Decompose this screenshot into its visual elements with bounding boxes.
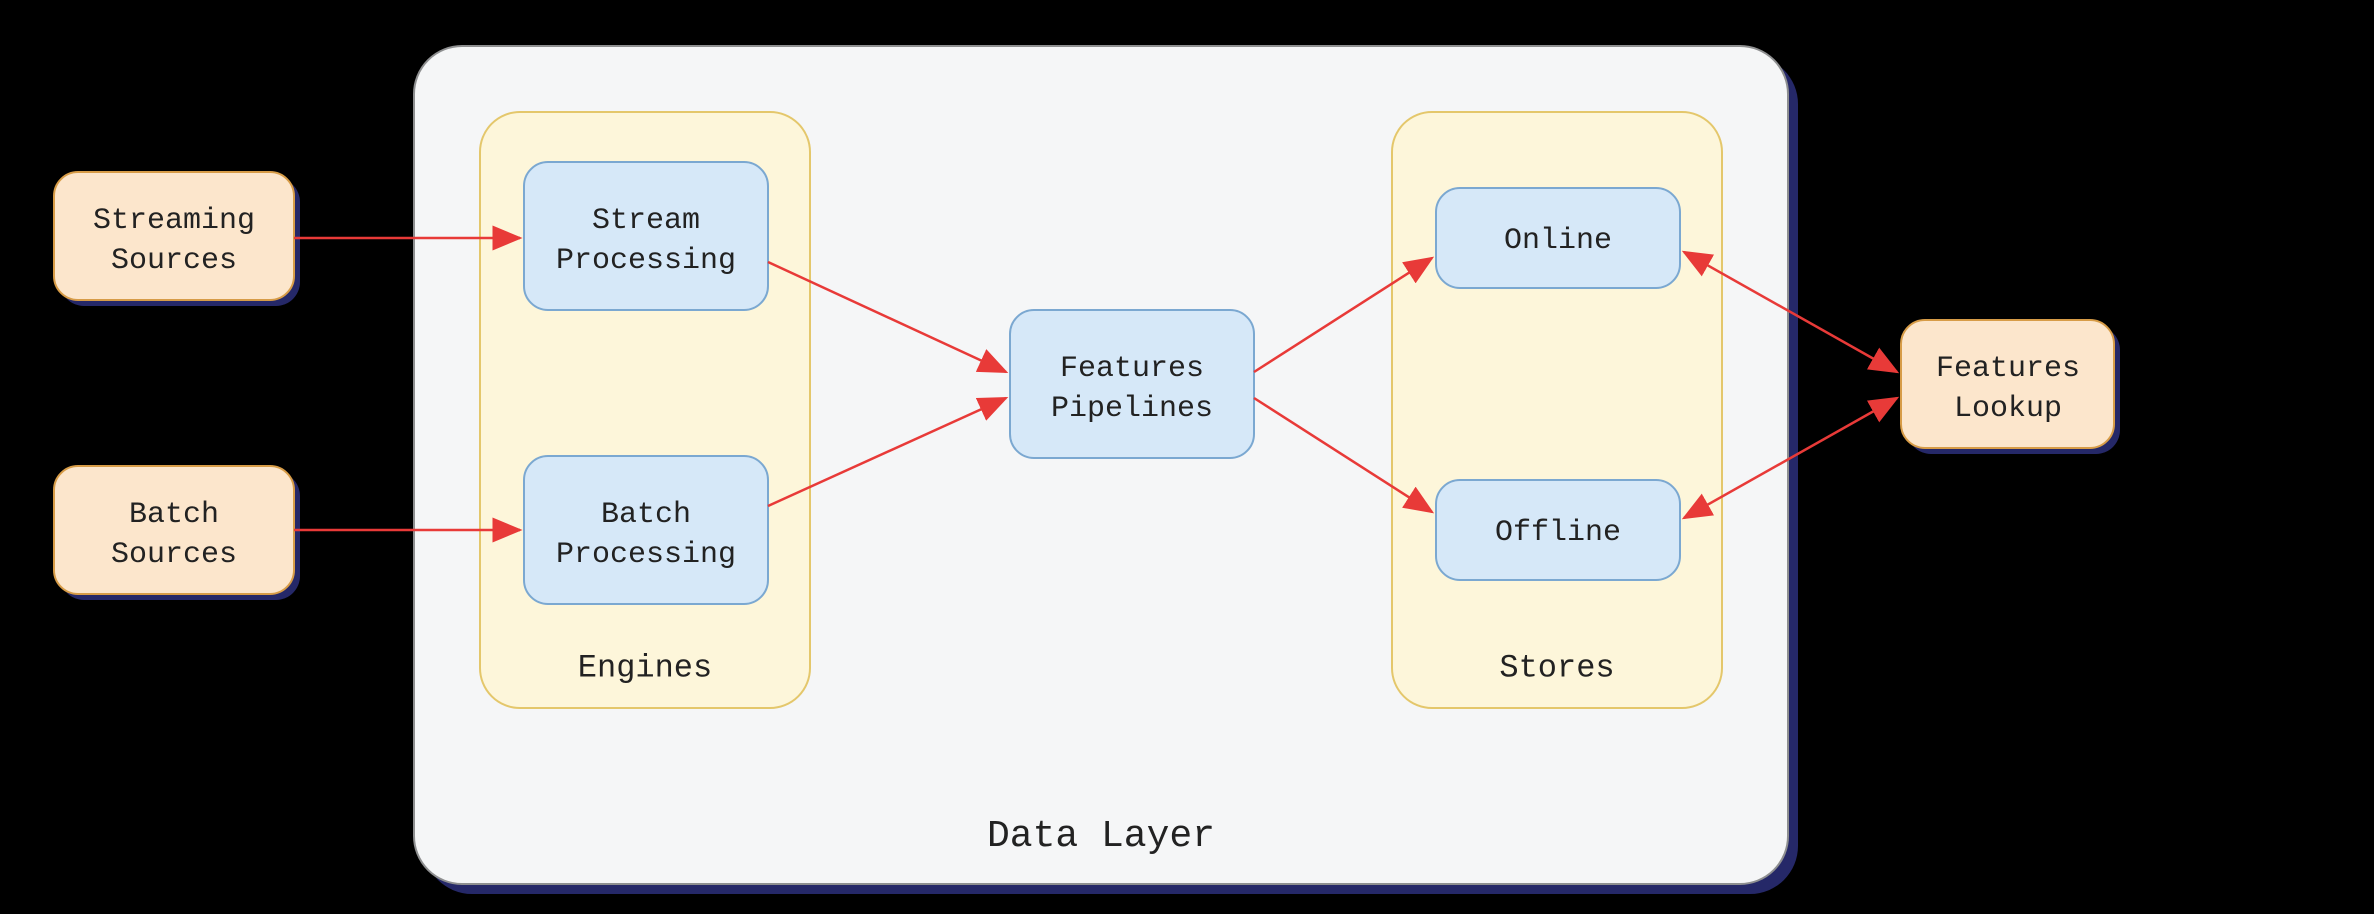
- svg-text:Lookup: Lookup: [1954, 392, 2062, 426]
- node-streaming-sources: Streaming Sources: [54, 172, 300, 306]
- node-stream-processing: Stream Processing: [524, 162, 768, 310]
- stores-caption: Stores: [1499, 649, 1614, 686]
- node-offline: Offline: [1436, 480, 1680, 580]
- data-layer-caption: Data Layer: [987, 815, 1215, 858]
- svg-text:Processing: Processing: [556, 538, 736, 572]
- node-online: Online: [1436, 188, 1680, 288]
- svg-text:Batch: Batch: [601, 498, 691, 532]
- svg-text:Streaming: Streaming: [93, 204, 255, 238]
- node-batch-processing: Batch Processing: [524, 456, 768, 604]
- svg-text:Sources: Sources: [111, 244, 237, 278]
- node-features-lookup: Features Lookup: [1901, 320, 2120, 454]
- svg-text:Offline: Offline: [1495, 516, 1621, 550]
- svg-text:Pipelines: Pipelines: [1051, 392, 1213, 426]
- svg-text:Features: Features: [1936, 352, 2080, 386]
- svg-text:Stream: Stream: [592, 204, 700, 238]
- svg-text:Processing: Processing: [556, 244, 736, 278]
- engines-caption: Engines: [578, 649, 712, 686]
- architecture-diagram: Data Layer Engines Stores Streaming Sour…: [0, 0, 2374, 914]
- svg-text:Features: Features: [1060, 352, 1204, 386]
- svg-text:Batch: Batch: [129, 498, 219, 532]
- node-batch-sources: Batch Sources: [54, 466, 300, 600]
- node-features-pipelines: Features Pipelines: [1010, 310, 1254, 458]
- svg-text:Online: Online: [1504, 224, 1612, 258]
- svg-text:Sources: Sources: [111, 538, 237, 572]
